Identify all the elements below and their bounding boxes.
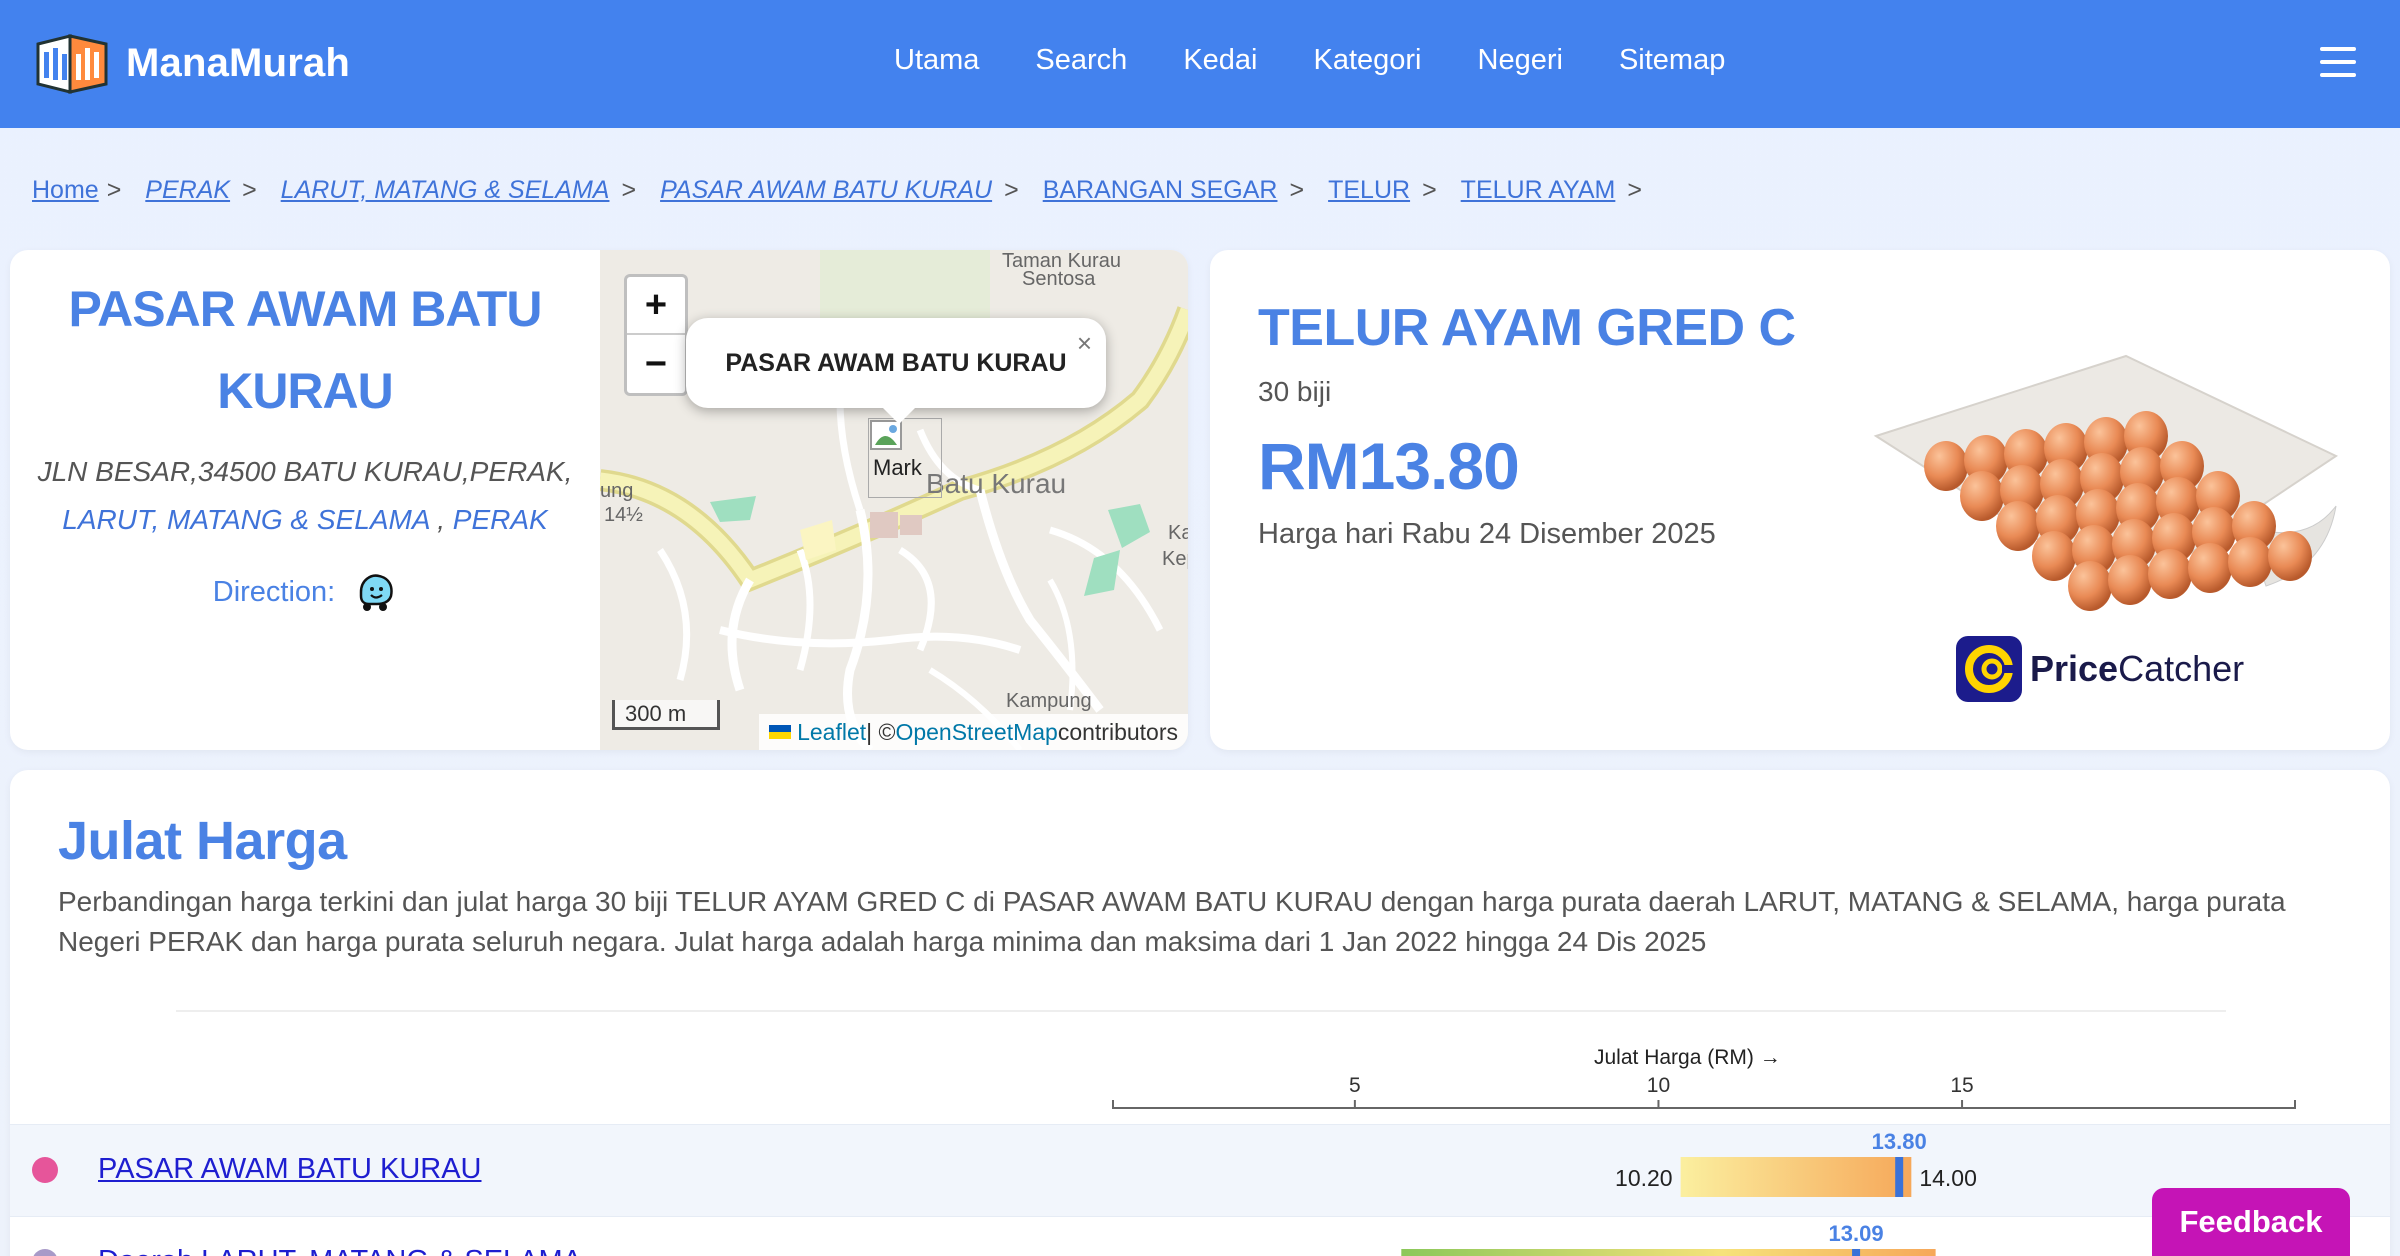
ukraine-flag-icon xyxy=(769,725,792,739)
range-description: Perbandingan harga terkini dan julat har… xyxy=(58,886,2286,957)
map-label-left-1: ung xyxy=(600,480,634,502)
store-state-link[interactable]: PERAK xyxy=(453,504,548,535)
zoom-out-button[interactable]: − xyxy=(627,335,685,393)
store-district-link[interactable]: LARUT, MATANG & SELAMA xyxy=(62,504,429,535)
min-price-label: 10.20 xyxy=(1615,1165,1673,1191)
popup-close-icon[interactable]: × xyxy=(1077,328,1092,359)
store-card: PASAR AWAM BATU KURAU JLN BESAR,34500 BA… xyxy=(10,250,1188,750)
egg xyxy=(2268,531,2312,581)
map-label-kampung: Kampung xyxy=(1006,690,1092,712)
current-price-marker xyxy=(1895,1157,1904,1197)
manamurah-logo-icon xyxy=(36,34,108,94)
top-navbar: ManaMurah Utama Search Kedai Kategori Ne… xyxy=(0,0,2400,128)
egg xyxy=(2228,537,2272,587)
map-marker-icon xyxy=(870,420,902,450)
pricecatcher-logo-icon xyxy=(1956,636,2022,702)
product-title: TELUR AYAM GRED C xyxy=(1258,299,1796,357)
direction: Direction: xyxy=(10,570,600,614)
breadcrumb-perak[interactable]: PERAK xyxy=(145,176,230,205)
range-row-store: PASAR AWAM BATU KURAU 13.80 10.20 14.00 xyxy=(10,1124,2390,1216)
axis-title: Julat Harga (RM) → xyxy=(1594,1046,1781,1069)
brand-name: ManaMurah xyxy=(126,40,351,85)
map-label-right-1: Ka xyxy=(1168,522,1188,544)
egg xyxy=(2148,549,2192,599)
waze-icon[interactable] xyxy=(353,570,397,614)
product-card: TELUR AYAM GRED C 30 biji RM13.80 Harga … xyxy=(1210,250,2390,750)
egg xyxy=(1960,471,2004,521)
axis-tick-label: 10 xyxy=(1647,1074,1670,1097)
range-row-district-chart: 13.09 xyxy=(1401,1221,1936,1256)
pricecatcher-logo: PriceCatcher xyxy=(1956,636,2244,702)
breadcrumb-home[interactable]: Home xyxy=(32,176,99,205)
feedback-button[interactable]: Feedback xyxy=(2152,1188,2350,1256)
axis-tick-label: 15 xyxy=(1950,1074,1973,1097)
store-map[interactable]: Taman Kurau Sentosa ung 14½ Ka Kep Kampu… xyxy=(600,250,1188,750)
range-title: Julat Harga xyxy=(58,811,347,871)
map-attribution: Leaflet | © OpenStreetMap contributors xyxy=(759,714,1188,750)
breadcrumb: Home > PERAK > LARUT, MATANG & SELAMA > PAS… xyxy=(32,176,1642,205)
nav-negeri[interactable]: Negeri xyxy=(1478,44,1563,77)
current-price-label: 13.80 xyxy=(1872,1129,1927,1154)
egg xyxy=(1996,501,2040,551)
store-info: PASAR AWAM BATU KURAU JLN BESAR,34500 BA… xyxy=(10,250,600,750)
breadcrumb-subcategory[interactable]: TELUR xyxy=(1328,176,1410,205)
breadcrumb-category[interactable]: BARANGAN SEGAR xyxy=(1043,176,1278,205)
breadcrumb-store[interactable]: PASAR AWAM BATU KURAU xyxy=(660,176,992,205)
breadcrumb-item[interactable]: TELUR AYAM xyxy=(1461,176,1616,205)
map-marker[interactable]: Mark xyxy=(868,418,942,498)
map-label-right-2: Kep xyxy=(1162,548,1188,570)
breadcrumb-district[interactable]: LARUT, MATANG & SELAMA xyxy=(281,176,610,205)
map-popup: PASAR AWAM BATU KURAU × xyxy=(686,318,1106,424)
price-range-card: Julat Harga Perbandingan harga terkini d… xyxy=(10,770,2390,1256)
product-date: Harga hari Rabu 24 Disember 2025 xyxy=(1258,518,1716,550)
store-title: PASAR AWAM BATU KURAU xyxy=(68,281,543,419)
egg xyxy=(2188,543,2232,593)
egg xyxy=(2068,561,2112,611)
egg-tray-image xyxy=(1873,354,2339,611)
range-axis: 5 10 15 xyxy=(1112,1074,2296,1109)
nav-kategori[interactable]: Kategori xyxy=(1313,44,1421,77)
current-price-label: 13.09 xyxy=(1829,1221,1884,1246)
product-price: RM13.80 xyxy=(1258,429,1520,503)
nav-sitemap[interactable]: Sitemap xyxy=(1619,44,1725,77)
egg xyxy=(2108,555,2152,605)
range-bar xyxy=(1680,1157,1912,1197)
osm-link[interactable]: OpenStreetMap xyxy=(895,719,1057,746)
egg xyxy=(1924,441,1968,491)
range-row-district: Daerah LARUT, MATANG & SELAMA 13.09 xyxy=(10,1216,2390,1256)
nav-links: Utama Search Kedai Kategori Negeri Sitem… xyxy=(894,44,1781,77)
map-marker-label: Mark xyxy=(873,455,922,480)
map-zoom-control: + − xyxy=(624,274,688,396)
leaflet-link[interactable]: Leaflet xyxy=(797,719,866,746)
hamburger-menu-icon[interactable] xyxy=(2320,47,2356,77)
egg xyxy=(2032,531,2076,581)
store-address: JLN BESAR,34500 BATU KURAU,PERAK, LARUT,… xyxy=(37,456,573,535)
map-popup-text: PASAR AWAM BATU KURAU xyxy=(725,348,1067,377)
map-label-batu-kurau: Batu Kurau xyxy=(926,468,1067,499)
max-price-label: 14.00 xyxy=(1919,1165,1977,1191)
direction-label: Direction: xyxy=(212,575,336,608)
map-label-sentosa: Sentosa xyxy=(1022,268,1096,290)
nav-utama[interactable]: Utama xyxy=(894,44,979,77)
range-row-store-chart: 13.80 10.20 14.00 xyxy=(1615,1129,1977,1197)
product-quantity: 30 biji xyxy=(1258,376,1332,407)
nav-kedai[interactable]: Kedai xyxy=(1183,44,1257,77)
current-price-marker xyxy=(1852,1249,1861,1256)
brand[interactable]: ManaMurah xyxy=(34,30,350,96)
map-label-left-2: 14½ xyxy=(604,504,643,526)
store-address-line: JLN BESAR,34500 BATU KURAU,PERAK, xyxy=(37,456,573,487)
nav-search[interactable]: Search xyxy=(1035,44,1127,77)
zoom-in-button[interactable]: + xyxy=(627,277,685,335)
map-scale: 300 m xyxy=(612,700,720,730)
axis-tick-label: 5 xyxy=(1349,1074,1361,1097)
